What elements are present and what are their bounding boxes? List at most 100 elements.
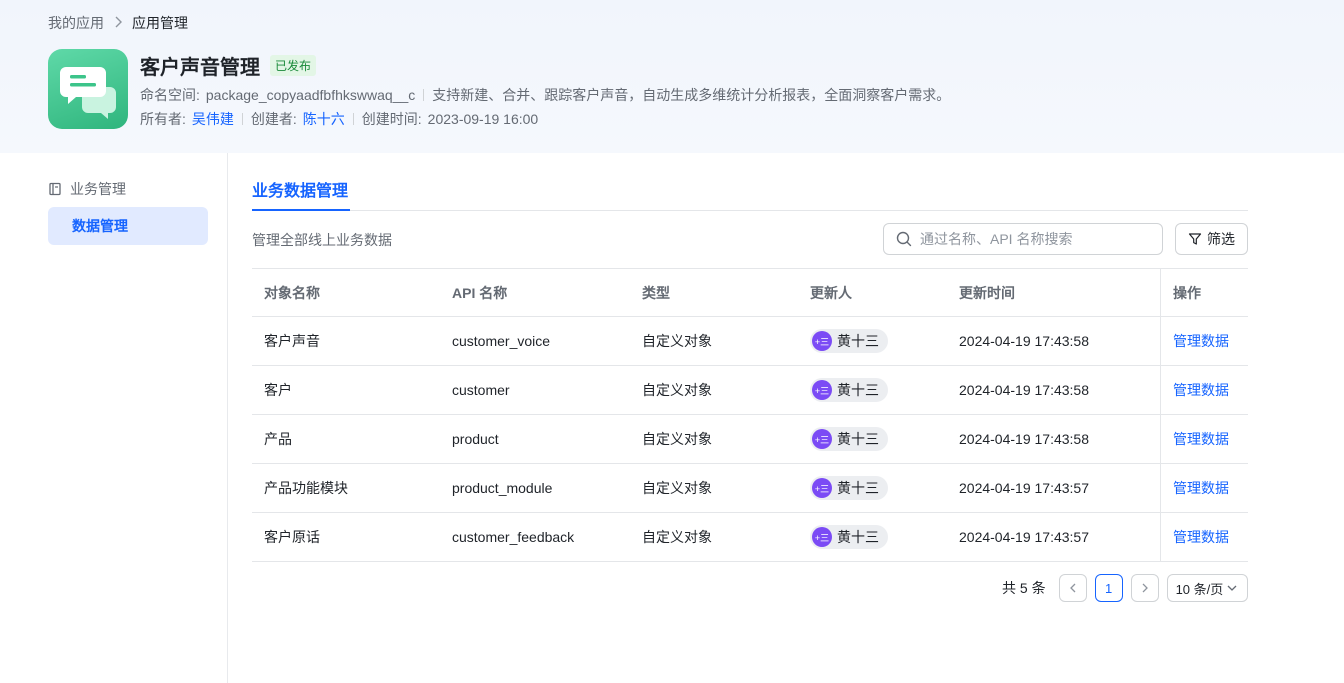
avatar: +三 <box>812 331 832 351</box>
object-type: 自定义对象 <box>642 529 712 545</box>
search-box[interactable] <box>883 223 1163 255</box>
object-type: 自定义对象 <box>642 431 712 447</box>
updater-name: 黄十三 <box>837 529 879 545</box>
search-icon <box>896 231 912 247</box>
column-header-object-name: 对象名称 <box>264 284 320 301</box>
updated-time: 2024-04-19 17:43:58 <box>959 333 1089 349</box>
updater-cell: +三 黄十三 <box>810 317 888 365</box>
updater-name: 黄十三 <box>837 333 879 349</box>
updater-cell: +三 黄十三 <box>810 513 888 561</box>
tab-active-indicator <box>252 209 350 211</box>
api-name: product_module <box>452 480 553 496</box>
avatar: +三 <box>812 380 832 400</box>
action-cell: 管理数据 <box>1160 513 1248 561</box>
search-input[interactable] <box>920 231 1140 247</box>
pagination: 共 5 条 1 10 条/页 <box>1002 574 1248 602</box>
user-chip[interactable]: +三 黄十三 <box>810 378 888 402</box>
updater-name: 黄十三 <box>837 480 879 496</box>
object-name: 客户 <box>264 382 292 398</box>
created-at: 2023-09-19 16:00 <box>427 111 539 127</box>
column-header-actions: 操作 <box>1160 269 1248 316</box>
object-type: 自定义对象 <box>642 333 712 349</box>
filter-icon <box>1188 233 1202 245</box>
manage-data-link[interactable]: 管理数据 <box>1173 527 1229 547</box>
updater-name: 黄十三 <box>837 431 879 447</box>
app-meta-namespace: 命名空间: package_copyaadfbfhkswwaq__c 支持新建、… <box>140 85 950 105</box>
sidebar-item-data-management[interactable]: 数据管理 <box>48 207 208 245</box>
data-table: 对象名称 API 名称 类型 更新人 更新时间 操作 客户声音 customer… <box>252 268 1248 562</box>
tab-bar: 业务数据管理 <box>252 170 1248 211</box>
updater-name: 黄十三 <box>837 382 879 398</box>
updated-time: 2024-04-19 17:43:58 <box>959 431 1089 447</box>
user-chip[interactable]: +三 黄十三 <box>810 476 888 500</box>
namespace-value: package_copyaadfbfhkswwaq__c <box>205 87 416 103</box>
breadcrumb-current: 应用管理 <box>132 15 188 31</box>
tab-business-data[interactable]: 业务数据管理 <box>252 177 348 201</box>
manage-data-link[interactable]: 管理数据 <box>1173 429 1229 449</box>
manage-data-link[interactable]: 管理数据 <box>1173 380 1229 400</box>
object-name: 客户原话 <box>264 529 320 545</box>
sidebar-group-label: 业务管理 <box>70 181 126 197</box>
action-cell: 管理数据 <box>1160 464 1248 512</box>
book-icon <box>49 182 61 196</box>
user-chip[interactable]: +三 黄十三 <box>810 525 888 549</box>
chevron-down-icon <box>1227 585 1237 591</box>
next-page-button[interactable] <box>1130 574 1159 602</box>
owner-link[interactable]: 吴伟建 <box>192 109 234 129</box>
page-size-select[interactable]: 10 条/页 <box>1166 574 1248 602</box>
api-name: customer_feedback <box>452 529 575 545</box>
table-row: 客户声音 customer_voice 自定义对象 +三 黄十三 2024-04-… <box>252 317 1248 366</box>
app-header: 我的应用 应用管理 客户声音管理 已发布 命名空间: package_copya… <box>0 0 1344 153</box>
total-count: 共 5 条 <box>1002 580 1046 596</box>
divider <box>352 113 354 125</box>
sidebar: 业务管理 数据管理 <box>0 153 228 683</box>
manage-data-link[interactable]: 管理数据 <box>1173 478 1229 498</box>
object-name: 客户声音 <box>264 333 320 349</box>
table-row: 产品功能模块 product_module 自定义对象 +三 黄十三 2024-0… <box>252 464 1248 513</box>
app-title-row: 客户声音管理 已发布 <box>140 51 317 80</box>
status-badge: 已发布 <box>270 55 317 76</box>
page-size-value: 10 条/页 <box>1175 581 1224 597</box>
app-meta-people: 所有者: 吴伟建 创建者: 陈十六 创建时间: 2023-09-19 16:00 <box>140 109 538 129</box>
avatar: +三 <box>812 527 832 547</box>
object-name: 产品功能模块 <box>264 480 348 496</box>
action-cell: 管理数据 <box>1160 317 1248 365</box>
table-row: 客户原话 customer_feedback 自定义对象 +三 黄十三 2024-… <box>252 513 1248 562</box>
table-header-row: 对象名称 API 名称 类型 更新人 更新时间 操作 <box>252 269 1248 317</box>
page-button[interactable]: 1 <box>1094 574 1123 602</box>
api-name: customer <box>452 382 510 398</box>
chat-bubbles-icon <box>48 49 128 129</box>
user-chip[interactable]: +三 黄十三 <box>810 427 888 451</box>
column-header-updater: 更新人 <box>810 284 852 301</box>
chevron-right-icon <box>1142 583 1148 593</box>
created-label: 创建时间: <box>361 111 422 127</box>
api-name: customer_voice <box>452 333 551 349</box>
filter-label: 筛选 <box>1207 231 1235 247</box>
breadcrumb-root[interactable]: 我的应用 <box>48 13 104 33</box>
filter-button[interactable]: 筛选 <box>1175 223 1248 255</box>
updater-cell: +三 黄十三 <box>810 366 888 414</box>
action-cell: 管理数据 <box>1160 415 1248 463</box>
table-row: 客户 customer 自定义对象 +三 黄十三 2024-04-19 17:43… <box>252 366 1248 415</box>
avatar: +三 <box>812 429 832 449</box>
user-chip[interactable]: +三 黄十三 <box>810 329 888 353</box>
updated-time: 2024-04-19 17:43:58 <box>959 382 1089 398</box>
chevron-left-icon <box>1069 583 1076 593</box>
divider <box>241 113 243 125</box>
action-cell: 管理数据 <box>1160 366 1248 414</box>
owner-label: 所有者: <box>140 111 186 127</box>
updated-time: 2024-04-19 17:43:57 <box>959 480 1089 496</box>
prev-page-button[interactable] <box>1058 574 1087 602</box>
tab-label: 业务数据管理 <box>252 183 349 200</box>
breadcrumb: 我的应用 应用管理 <box>48 13 188 33</box>
divider <box>423 89 425 101</box>
object-type: 自定义对象 <box>642 382 712 398</box>
creator-link[interactable]: 陈十六 <box>303 109 345 129</box>
updated-time: 2024-04-19 17:43:57 <box>959 529 1089 545</box>
updater-cell: +三 黄十三 <box>810 464 888 512</box>
column-header-api-name: API 名称 <box>452 284 508 301</box>
avatar: +三 <box>812 478 832 498</box>
manage-data-link[interactable]: 管理数据 <box>1173 331 1229 351</box>
object-type: 自定义对象 <box>642 480 712 496</box>
api-name: product <box>452 431 499 447</box>
